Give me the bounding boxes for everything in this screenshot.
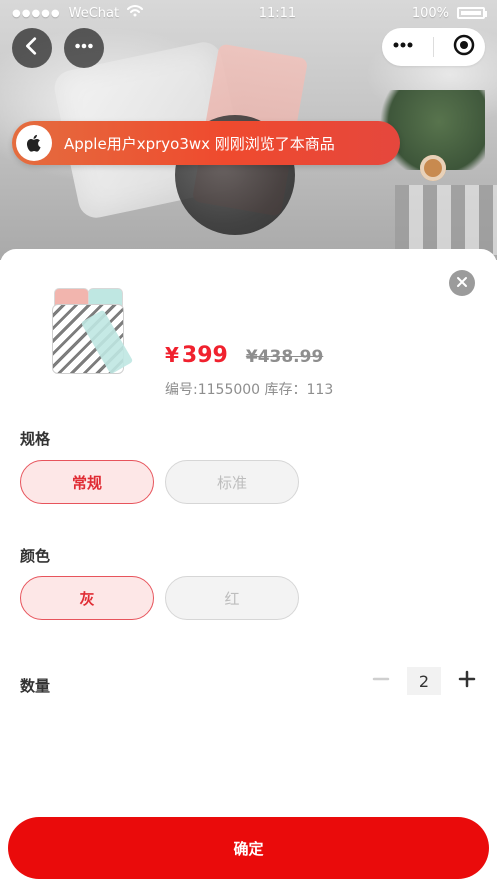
signal-icon: ●●●●●	[12, 7, 61, 19]
minus-icon	[372, 670, 390, 692]
spec-option-standard[interactable]: 标准	[165, 460, 299, 504]
confirm-button[interactable]: 确定	[8, 817, 489, 879]
color-title: 颜色	[20, 547, 51, 565]
notice-text: Apple用户xpryo3wx 刚刚浏览了本商品	[64, 134, 335, 153]
status-time: 11:11	[258, 5, 297, 21]
capsule-close-button[interactable]	[452, 33, 476, 61]
product-thumbnail	[48, 286, 134, 382]
more-dots-icon	[73, 35, 95, 61]
back-button[interactable]	[12, 28, 52, 68]
more-dots-icon	[391, 33, 415, 61]
battery-icon	[456, 7, 487, 19]
status-left: ●●●●● WeChat	[12, 5, 144, 21]
price-row: ¥ 399 ¥438.99	[165, 343, 323, 368]
clock-shape	[420, 155, 446, 181]
decrease-quantity-button[interactable]	[369, 669, 393, 693]
color-option-gray[interactable]: 灰	[20, 576, 154, 620]
quantity-value[interactable]: 2	[407, 667, 441, 695]
increase-quantity-button[interactable]	[455, 669, 479, 693]
striped-blanket-shape	[395, 185, 497, 255]
current-price: ¥ 399	[165, 343, 228, 368]
close-sheet-button[interactable]	[449, 270, 475, 296]
sku-bottom-sheet: ¥ 399 ¥438.99 编号:1155000 库存：113 规格 常规 标准…	[0, 249, 497, 883]
apple-icon	[16, 125, 52, 161]
battery-percent: 100%	[411, 5, 449, 21]
target-icon	[452, 33, 476, 61]
spec-title: 规格	[20, 430, 51, 448]
status-right: 100%	[411, 5, 487, 21]
color-option-red[interactable]: 红	[165, 576, 299, 620]
currency-symbol: ¥	[165, 343, 179, 367]
status-bar: ●●●●● WeChat 11:11 100%	[0, 0, 497, 26]
quantity-stepper: 2	[369, 667, 479, 695]
price-value: 399	[181, 343, 228, 368]
original-price: ¥438.99	[245, 347, 324, 367]
carrier-label: WeChat	[68, 5, 120, 21]
chevron-left-icon	[21, 35, 43, 61]
spec-option-regular[interactable]: 常规	[20, 460, 154, 504]
wifi-icon	[127, 5, 144, 21]
recent-view-notice: Apple用户xpryo3wx 刚刚浏览了本商品	[12, 121, 400, 165]
miniprogram-capsule	[382, 28, 485, 66]
close-icon	[455, 274, 469, 293]
more-button[interactable]	[64, 28, 104, 68]
capsule-divider	[433, 37, 434, 57]
plus-icon	[458, 670, 476, 692]
quantity-title: 数量	[20, 677, 51, 695]
capsule-menu-button[interactable]	[391, 35, 415, 59]
product-meta: 编号:1155000 库存：113	[165, 382, 334, 398]
